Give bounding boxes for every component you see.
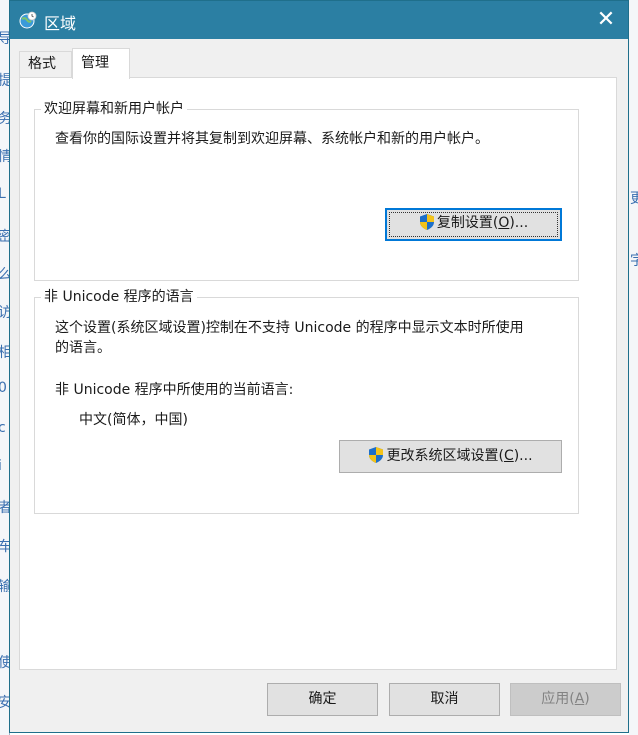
background-text: 字 [630, 253, 638, 269]
non-unicode-group: 非 Unicode 程序的语言 这个设置(系统区域设置)控制在不支持 Unico… [34, 287, 579, 514]
apply-button[interactable]: 应用(A) [510, 683, 621, 716]
globe-clock-icon [19, 11, 37, 29]
current-language-value: 中文(简体，中国) [79, 412, 188, 428]
change-system-locale-label: 更改系统区域设置(C)... [368, 447, 533, 464]
uac-shield-icon [369, 447, 384, 463]
close-button[interactable]: ✕ [584, 1, 628, 39]
tab-panel-administrative: 欢迎屏幕和新用户帐户 查看你的国际设置并将其复制到欢迎屏幕、系统帐户和新的用户帐… [19, 77, 617, 670]
tab-format[interactable]: 格式 [19, 51, 72, 77]
current-language-label: 非 Unicode 程序中所使用的当前语言: [55, 382, 294, 398]
background-window-right: 更 字 [629, 0, 638, 735]
copy-settings-button[interactable]: 复制设置(O)... [385, 208, 562, 241]
change-system-locale-button[interactable]: 更改系统区域设置(C)... [339, 440, 562, 473]
group-title: 欢迎屏幕和新用户帐户 [41, 99, 187, 119]
title-bar[interactable]: 区域 ✕ [10, 1, 628, 39]
region-dialog: 区域 ✕ 格式 管理 欢迎屏幕和新用户帐户 查看你的国际设置并将其复制到欢迎屏幕… [9, 0, 629, 733]
non-unicode-description-line2: 的语言。 [55, 340, 111, 356]
cancel-button[interactable]: 取消 [389, 683, 500, 716]
copy-settings-label: 复制设置(O)... [419, 214, 528, 231]
background-text: 更 [630, 191, 638, 207]
welcome-description: 查看你的国际设置并将其复制到欢迎屏幕、系统帐户和新的用户帐户。 [55, 131, 489, 147]
dialog-title: 区域 [44, 14, 77, 33]
ok-button[interactable]: 确定 [267, 683, 378, 716]
group-title: 非 Unicode 程序的语言 [41, 287, 197, 307]
uac-shield-icon [419, 214, 434, 230]
non-unicode-description-line1: 这个设置(系统区域设置)控制在不支持 Unicode 的程序中显示文本时所使用 [55, 320, 524, 336]
close-icon: ✕ [596, 7, 616, 32]
tab-administrative[interactable]: 管理 [72, 48, 130, 79]
welcome-screen-group: 欢迎屏幕和新用户帐户 查看你的国际设置并将其复制到欢迎屏幕、系统帐户和新的用户帐… [34, 99, 579, 281]
